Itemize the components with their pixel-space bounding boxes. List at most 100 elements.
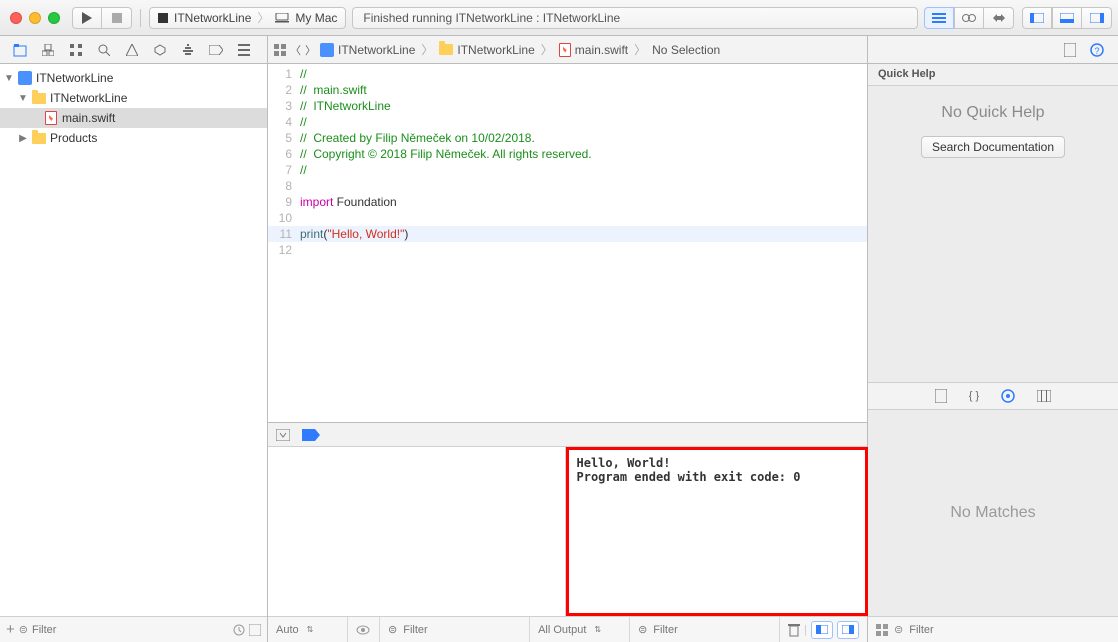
library-content: No Matches: [868, 410, 1118, 616]
toggle-debug-button[interactable]: [1052, 7, 1082, 29]
version-editor-button[interactable]: [984, 7, 1014, 29]
assistant-editor-button[interactable]: [954, 7, 984, 29]
toggle-inspector-button[interactable]: [1082, 7, 1112, 29]
navigator-selector-bar: [0, 36, 268, 63]
test-navigator-tab[interactable]: [146, 44, 174, 56]
search-documentation-button[interactable]: Search Documentation: [921, 136, 1065, 158]
issue-navigator-tab[interactable]: [118, 44, 146, 56]
filter-icon: ⊜: [894, 623, 903, 636]
scm-filter-icon[interactable]: [249, 624, 261, 636]
folder-icon: [32, 133, 46, 144]
tree-label: ITNetworkLine: [50, 91, 127, 105]
toggle-navigator-button[interactable]: [1022, 7, 1052, 29]
console-filter: ⊜: [630, 617, 780, 642]
library-view-icon[interactable]: [876, 624, 888, 636]
breakpoint-navigator-tab[interactable]: [202, 45, 230, 55]
debug-area: Hello, World! Program ended with exit co…: [268, 422, 867, 642]
svg-text:?: ?: [1094, 46, 1099, 56]
swift-file-icon: [559, 43, 571, 57]
filter-icon: ⊜: [638, 623, 647, 636]
show-console-button[interactable]: [837, 621, 859, 639]
filter-icon: ⊜: [388, 623, 397, 636]
window-controls: [10, 12, 60, 24]
symbol-navigator-tab[interactable]: [62, 44, 90, 56]
filter-icon: ⊜: [19, 623, 28, 636]
scheme-project-label: ITNetworkLine: [174, 11, 251, 25]
inspector-panel: Quick Help No Quick Help Search Document…: [868, 64, 1118, 642]
folder-icon: [32, 93, 46, 104]
clear-console-button[interactable]: [788, 623, 800, 637]
crumb-3[interactable]: No Selection: [652, 43, 720, 57]
mac-icon: [275, 13, 289, 23]
variables-filter: ⊜: [380, 617, 530, 642]
source-editor[interactable]: 1//2// main.swift3// ITNetworkLine4//5//…: [268, 64, 867, 422]
crumb-0[interactable]: ITNetworkLine: [338, 43, 415, 57]
debug-navigator-tab[interactable]: [174, 44, 202, 56]
tree-group[interactable]: ▼ ITNetworkLine: [0, 88, 267, 108]
tree-root[interactable]: ▼ ITNetworkLine: [0, 68, 267, 88]
tree-file-main[interactable]: main.swift: [0, 108, 267, 128]
inspector-section-title: Quick Help: [868, 64, 1118, 86]
zoom-window-button[interactable]: [48, 12, 60, 24]
navigator-filter-bar: + ⊜: [0, 616, 267, 642]
console-filter-input[interactable]: [653, 624, 771, 636]
project-navigator-tab[interactable]: [6, 43, 34, 57]
console-output[interactable]: Hello, World! Program ended with exit co…: [569, 450, 866, 613]
editor-mode-group: [924, 7, 1014, 29]
tab-bar: 〈 〉 ITNetworkLine〉 ITNetworkLine〉 main.s…: [0, 36, 1118, 64]
debug-toolbar: [268, 423, 867, 447]
no-quick-help-label: No Quick Help: [878, 104, 1108, 122]
show-variables-button[interactable]: [811, 621, 833, 639]
console-scope-selector[interactable]: All Output⇅: [530, 617, 630, 642]
source-control-navigator-tab[interactable]: [34, 44, 62, 56]
variables-scope-selector[interactable]: Auto⇅: [268, 617, 348, 642]
find-navigator-tab[interactable]: [90, 44, 118, 56]
code-snippet-library-tab[interactable]: { }: [969, 390, 979, 402]
related-items-button[interactable]: [274, 44, 286, 56]
swift-file-icon: [45, 111, 57, 125]
media-library-tab[interactable]: [1037, 390, 1051, 402]
add-button[interactable]: +: [6, 621, 15, 638]
breakpoints-toggle[interactable]: [302, 429, 320, 441]
standard-editor-button[interactable]: [924, 7, 954, 29]
forward-button[interactable]: 〉: [305, 42, 316, 58]
breadcrumb[interactable]: ITNetworkLine〉 ITNetworkLine〉 main.swift…: [320, 41, 720, 58]
quick-help-tab[interactable]: ?: [1090, 43, 1104, 57]
folder-icon: [439, 44, 453, 55]
navigator-panel: ▼ ITNetworkLine ▼ ITNetworkLine main.swi…: [0, 64, 268, 642]
scheme-selector[interactable]: ITNetworkLine 〉 My Mac: [149, 7, 346, 29]
debug-bottom-bar: Auto⇅ ⊜ All Output⇅ ⊜ |: [268, 616, 867, 642]
panel-toggle-group: [1022, 7, 1112, 29]
hide-debug-button[interactable]: [276, 429, 290, 441]
recent-filter-icon[interactable]: [233, 624, 245, 636]
minimize-window-button[interactable]: [29, 12, 41, 24]
library-filter-bar: ⊜: [868, 616, 1118, 642]
editor-and-debug: 1//2// main.swift3// ITNetworkLine4//5//…: [268, 64, 868, 642]
main-toolbar: ITNetworkLine 〉 My Mac Finished running …: [0, 0, 1118, 36]
crumb-2[interactable]: main.swift: [575, 43, 628, 57]
stop-button[interactable]: [102, 7, 132, 29]
variables-filter-input[interactable]: [403, 624, 521, 636]
scheme-device-label: My Mac: [295, 11, 337, 25]
object-library-tab[interactable]: [1001, 389, 1015, 403]
project-icon: [18, 71, 32, 85]
navigator-filter-input[interactable]: [32, 624, 229, 636]
target-icon: [158, 13, 168, 23]
file-template-library-tab[interactable]: [935, 389, 947, 403]
no-matches-label: No Matches: [950, 504, 1035, 522]
report-navigator-tab[interactable]: [230, 44, 258, 56]
tree-label: ITNetworkLine: [36, 71, 113, 85]
project-tree[interactable]: ▼ ITNetworkLine ▼ ITNetworkLine main.swi…: [0, 64, 267, 616]
inspector-selector-bar: ?: [868, 36, 1118, 63]
tree-products[interactable]: ▶ Products: [0, 128, 267, 148]
activity-status: Finished running ITNetworkLine : ITNetwo…: [352, 7, 918, 29]
file-inspector-tab[interactable]: [1064, 43, 1076, 57]
library-filter-input[interactable]: [909, 624, 1110, 636]
crumb-1[interactable]: ITNetworkLine: [457, 43, 534, 57]
close-window-button[interactable]: [10, 12, 22, 24]
run-button[interactable]: [72, 7, 102, 29]
tree-label: main.swift: [62, 111, 115, 125]
quicklook-button[interactable]: [348, 617, 380, 642]
variables-view[interactable]: [268, 447, 566, 616]
back-button[interactable]: 〈: [290, 42, 301, 58]
